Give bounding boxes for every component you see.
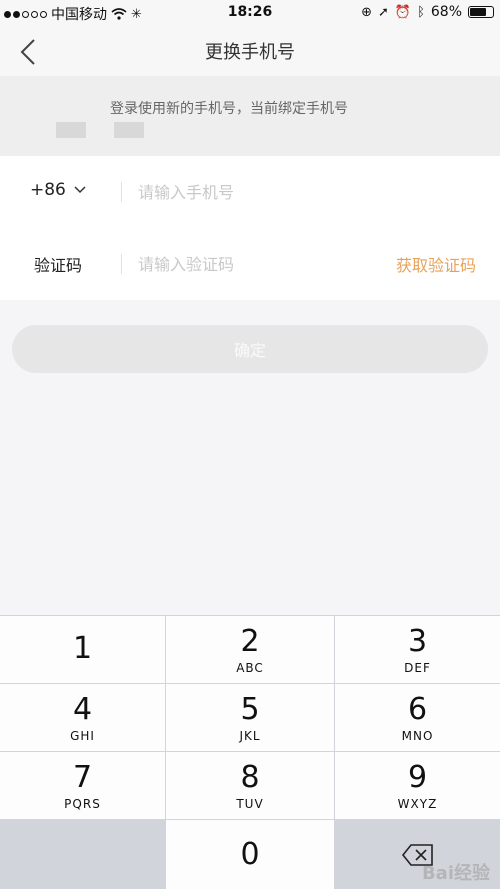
battery-icon: [468, 6, 494, 18]
page-title: 更换手机号: [205, 42, 295, 63]
confirm-button[interactable]: 确定: [12, 325, 488, 373]
watermark: Bai经验: [421, 863, 490, 884]
divider: [121, 182, 122, 202]
code-label: 验证码: [34, 256, 83, 275]
nav-bar: 更换手机号: [0, 26, 500, 76]
key-2[interactable]: 2 ABC: [166, 616, 334, 683]
battery-percent: 68%: [430, 4, 462, 20]
key-8[interactable]: 8 TUV: [166, 752, 334, 819]
status-bar: 中国移动 ✳ 18:26 ⊕ ➚ ⏰ ᛒ 68%: [0, 0, 500, 26]
key-0[interactable]: 0: [166, 820, 334, 889]
masked-phone-part-1: [56, 122, 86, 138]
key-9[interactable]: 9 WXYZ: [335, 752, 500, 819]
phone-input[interactable]: [138, 176, 368, 208]
key-4[interactable]: 4 GHI: [0, 684, 165, 751]
key-6[interactable]: 6 MNO: [335, 684, 500, 751]
get-code-button[interactable]: 获取验证码: [396, 252, 476, 276]
code-input[interactable]: [138, 248, 358, 280]
alarm-icon: ⏰: [394, 4, 412, 20]
key-3[interactable]: 3 DEF: [335, 616, 500, 683]
location-icon: ➚: [377, 4, 389, 20]
battery-fill: [470, 8, 486, 16]
country-code-selector[interactable]: +86: [30, 180, 86, 200]
phone-form: +86 验证码 获取验证码: [0, 156, 500, 300]
country-code: +86: [30, 180, 66, 200]
chevron-down-icon: [74, 186, 86, 194]
key-7[interactable]: 7 PQRS: [0, 752, 165, 819]
divider: [121, 254, 122, 274]
masked-phone-part-2: [114, 122, 144, 138]
status-right: ⊕ ➚ ⏰ ᛒ 68%: [361, 4, 494, 20]
key-blank: [0, 820, 165, 889]
phone-row: +86: [0, 156, 500, 228]
notice-banner: 登录使用新的手机号，当前绑定手机号: [0, 76, 500, 156]
key-5[interactable]: 5 JKL: [166, 684, 334, 751]
bluetooth-icon: ᛒ: [417, 4, 425, 20]
rotation-lock-icon: ⊕: [361, 4, 372, 20]
code-row: 验证码 获取验证码: [0, 228, 500, 300]
notice-text: 登录使用新的手机号，当前绑定手机号: [110, 101, 348, 117]
key-1[interactable]: 1: [0, 616, 165, 683]
numeric-keypad: 1 2 ABC 3 DEF 4 GHI 5 JKL 6 MNO 7 PQRS 8…: [0, 615, 500, 889]
